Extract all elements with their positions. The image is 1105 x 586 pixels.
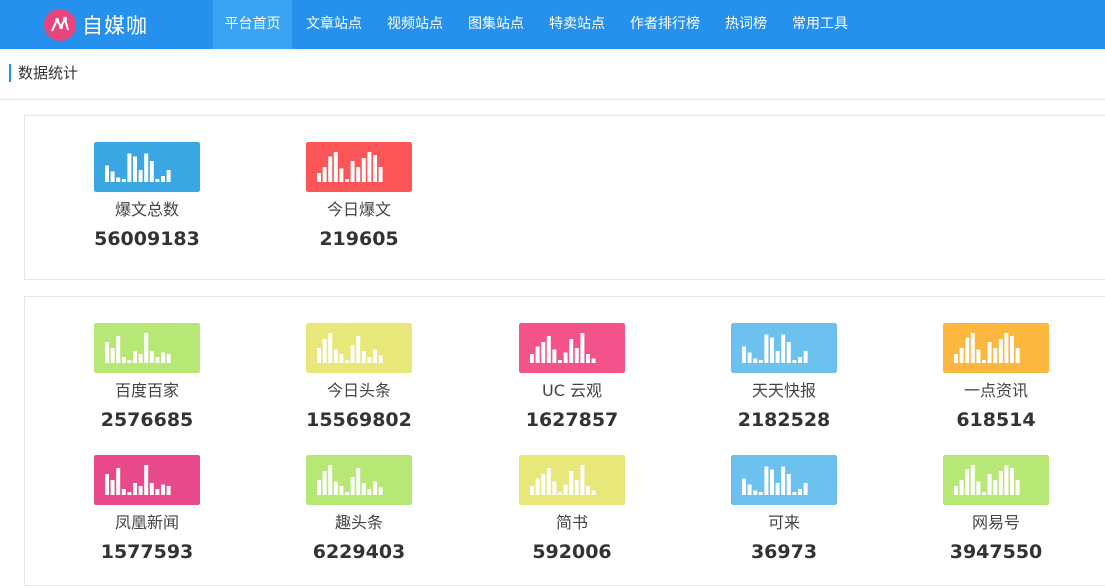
stat-label: 天天快报 — [751, 381, 816, 400]
nav-gallery-sites[interactable]: 图集站点 — [458, 0, 534, 49]
stat-value: 56009183 — [94, 228, 200, 250]
stat-value: 1627857 — [525, 409, 619, 431]
stat-card-platform-8[interactable]: 可来 36973 — [704, 455, 864, 563]
nav-article-sites[interactable]: 文章站点 — [296, 0, 372, 49]
bar-chart-icon — [943, 455, 1049, 505]
stat-label: 一点资讯 — [963, 381, 1028, 400]
top-navbar: 自媒咖 平台首页 文章站点 视频站点 图集站点 特卖站点 作者排行榜 热词榜 常… — [0, 0, 1105, 49]
stat-card-platform-4[interactable]: 一点资讯 618514 — [916, 323, 1076, 431]
stat-card-platform-6[interactable]: 趣头条 6229403 — [279, 455, 439, 563]
stat-value: 219605 — [319, 228, 399, 250]
stat-value: 618514 — [956, 409, 1036, 431]
nav-tools[interactable]: 常用工具 — [782, 0, 858, 49]
nav-home[interactable]: 平台首页 — [213, 0, 292, 49]
section-title: 数据统计 — [9, 64, 78, 82]
stat-value: 592006 — [532, 541, 612, 563]
stat-card-platform-2[interactable]: UC 云观 1627857 — [492, 323, 652, 431]
stat-value: 36973 — [750, 541, 818, 563]
stat-value: 2576685 — [100, 409, 194, 431]
bar-chart-icon — [306, 142, 412, 192]
stat-label: 今日爆文 — [326, 200, 391, 219]
stat-card-summary-1[interactable]: 今日爆文 219605 — [279, 142, 439, 250]
stat-value: 3947550 — [949, 541, 1043, 563]
bar-chart-icon — [519, 455, 625, 505]
nav-sale-sites[interactable]: 特卖站点 — [539, 0, 615, 49]
nav-hot-words[interactable]: 热词榜 — [715, 0, 777, 49]
stat-card-platform-3[interactable]: 天天快报 2182528 — [704, 323, 864, 431]
bar-chart-icon — [306, 323, 412, 373]
section-divider — [0, 99, 1105, 100]
bar-chart-icon — [94, 142, 200, 192]
stat-card-platform-9[interactable]: 网易号 3947550 — [916, 455, 1076, 563]
stat-card-platform-5[interactable]: 凤凰新闻 1577593 — [67, 455, 227, 563]
stat-value: 15569802 — [306, 409, 412, 431]
bar-chart-icon — [731, 323, 837, 373]
bar-chart-icon — [943, 323, 1049, 373]
stat-card-platform-0[interactable]: 百度百家 2576685 — [67, 323, 227, 431]
stat-value: 6229403 — [312, 541, 406, 563]
bar-chart-icon — [519, 323, 625, 373]
stat-label: 爆文总数 — [114, 200, 179, 219]
stat-label: 趣头条 — [334, 513, 383, 532]
stat-card-platform-1[interactable]: 今日头条 15569802 — [279, 323, 439, 431]
stat-card-platform-7[interactable]: 简书 592006 — [492, 455, 652, 563]
stat-label: 今日头条 — [326, 381, 391, 400]
nav-video-sites[interactable]: 视频站点 — [377, 0, 453, 49]
stat-label: 百度百家 — [114, 381, 179, 400]
stat-label: 简书 — [555, 513, 588, 532]
stat-label: UC 云观 — [542, 381, 602, 400]
stat-label: 可来 — [767, 513, 800, 532]
nav-author-ranking[interactable]: 作者排行榜 — [620, 0, 710, 49]
stat-value: 1577593 — [100, 541, 194, 563]
bar-chart-icon — [306, 455, 412, 505]
logo-text: 自媒咖 — [82, 14, 148, 38]
stat-value: 2182528 — [737, 409, 831, 431]
stat-card-summary-0[interactable]: 爆文总数 56009183 — [67, 142, 227, 250]
stat-label: 凤凰新闻 — [114, 513, 179, 532]
logo-mark-icon — [44, 9, 76, 41]
logo[interactable]: 自媒咖 — [44, 9, 148, 41]
stat-label: 网易号 — [971, 513, 1020, 532]
bar-chart-icon — [731, 455, 837, 505]
bar-chart-icon — [94, 455, 200, 505]
bar-chart-icon — [94, 323, 200, 373]
